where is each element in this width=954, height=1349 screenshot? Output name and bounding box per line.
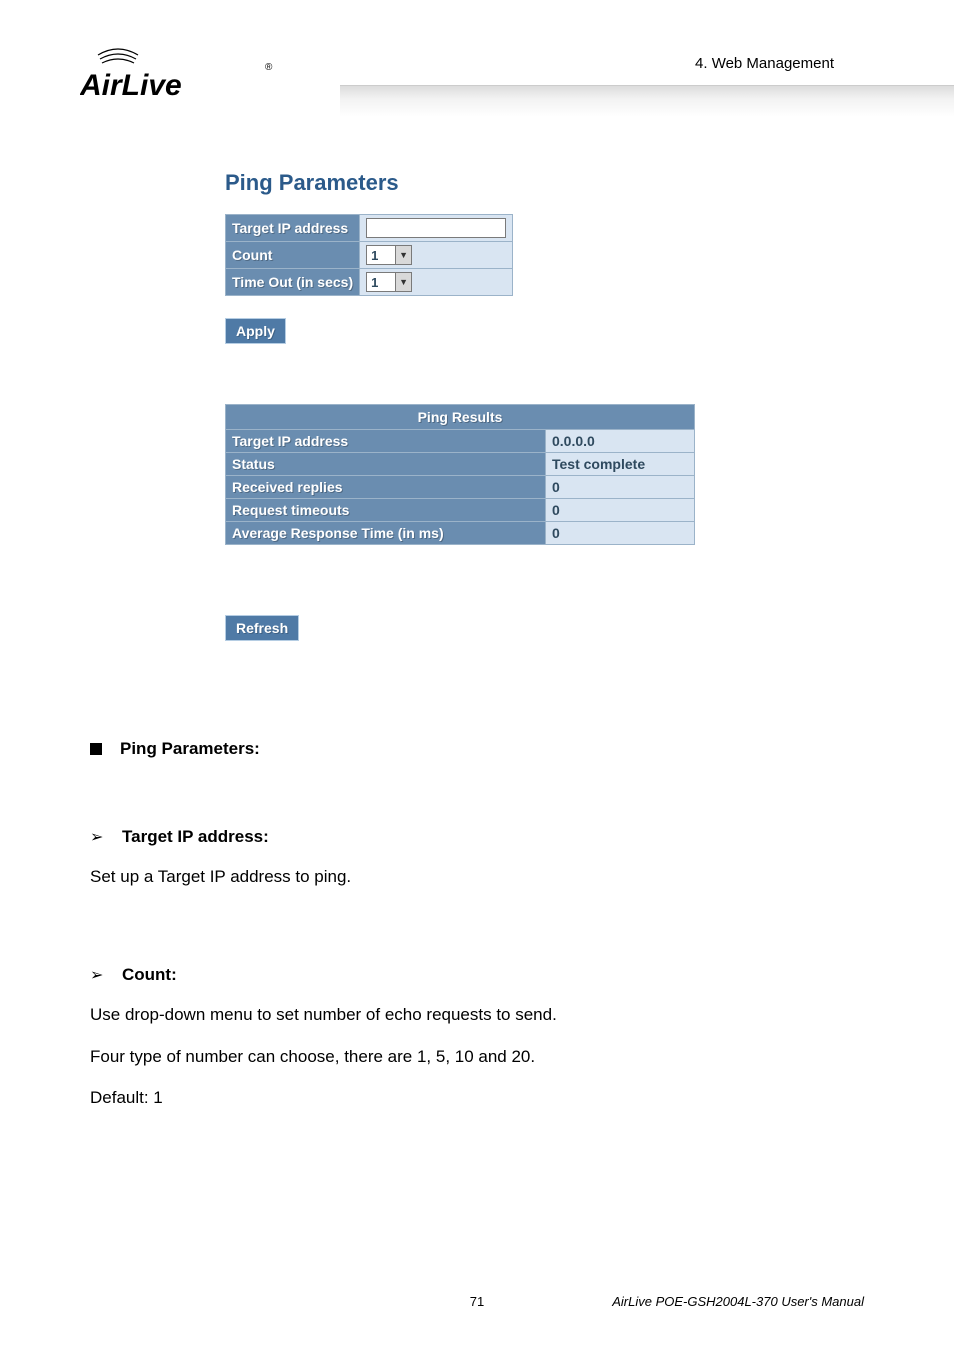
- svg-text:®: ®: [265, 62, 273, 73]
- timeout-select[interactable]: 1 ▼: [366, 272, 412, 292]
- panel-title: Ping Parameters: [225, 170, 864, 196]
- result-row-label: Average Response Time (in ms): [226, 522, 546, 545]
- apply-button[interactable]: Apply: [225, 318, 286, 344]
- page-number: 71: [470, 1294, 484, 1309]
- result-row-value: 0.0.0.0: [546, 430, 695, 453]
- manual-title: AirLive POE-GSH2004L-370 User's Manual: [612, 1294, 864, 1309]
- result-row-value: Test complete: [546, 453, 695, 476]
- result-row-label: Received replies: [226, 476, 546, 499]
- result-row-label: Status: [226, 453, 546, 476]
- square-bullet-icon: [90, 743, 102, 755]
- result-row-value: 0: [546, 499, 695, 522]
- results-title: Ping Results: [226, 405, 695, 430]
- refresh-button[interactable]: Refresh: [225, 615, 299, 641]
- result-row-value: 0: [546, 522, 695, 545]
- chevron-down-icon: ▼: [395, 273, 411, 291]
- ping-results-table: Ping Results Target IP address 0.0.0.0 S…: [225, 404, 695, 545]
- chevron-down-icon: ▼: [395, 246, 411, 264]
- header-gradient-band: [340, 85, 954, 117]
- document-body: Ping Parameters: ➢ Target IP address: Se…: [90, 681, 864, 1110]
- timeout-label: Time Out (in secs): [226, 269, 360, 296]
- result-row-label: Target IP address: [226, 430, 546, 453]
- heading-ping-parameters: Ping Parameters:: [120, 739, 260, 759]
- paragraph-count-2: Four type of number can choose, there ar…: [90, 1045, 864, 1069]
- arrow-bullet-icon: ➢: [90, 965, 104, 985]
- heading-count: Count:: [122, 965, 177, 985]
- svg-text:AirLive: AirLive: [80, 69, 182, 102]
- target-ip-label: Target IP address: [226, 215, 360, 242]
- ping-parameters-table: Target IP address Count 1 ▼ Time Out (in…: [225, 214, 513, 296]
- section-label: 4. Web Management: [695, 55, 834, 72]
- result-row-value: 0: [546, 476, 695, 499]
- count-label: Count: [226, 242, 360, 269]
- target-ip-input[interactable]: [366, 218, 506, 238]
- count-select[interactable]: 1 ▼: [366, 245, 412, 265]
- result-row-label: Request timeouts: [226, 499, 546, 522]
- count-select-value: 1: [367, 248, 395, 263]
- heading-target-ip: Target IP address:: [122, 827, 269, 847]
- timeout-select-value: 1: [367, 275, 395, 290]
- airlive-logo: AirLive ®: [80, 40, 280, 110]
- paragraph-count-1: Use drop-down menu to set number of echo…: [90, 1003, 864, 1027]
- paragraph-count-3: Default: 1: [90, 1086, 864, 1110]
- arrow-bullet-icon: ➢: [90, 827, 104, 847]
- page-header: AirLive ® 4. Web Management: [90, 40, 864, 130]
- paragraph-target-ip: Set up a Target IP address to ping.: [90, 865, 864, 889]
